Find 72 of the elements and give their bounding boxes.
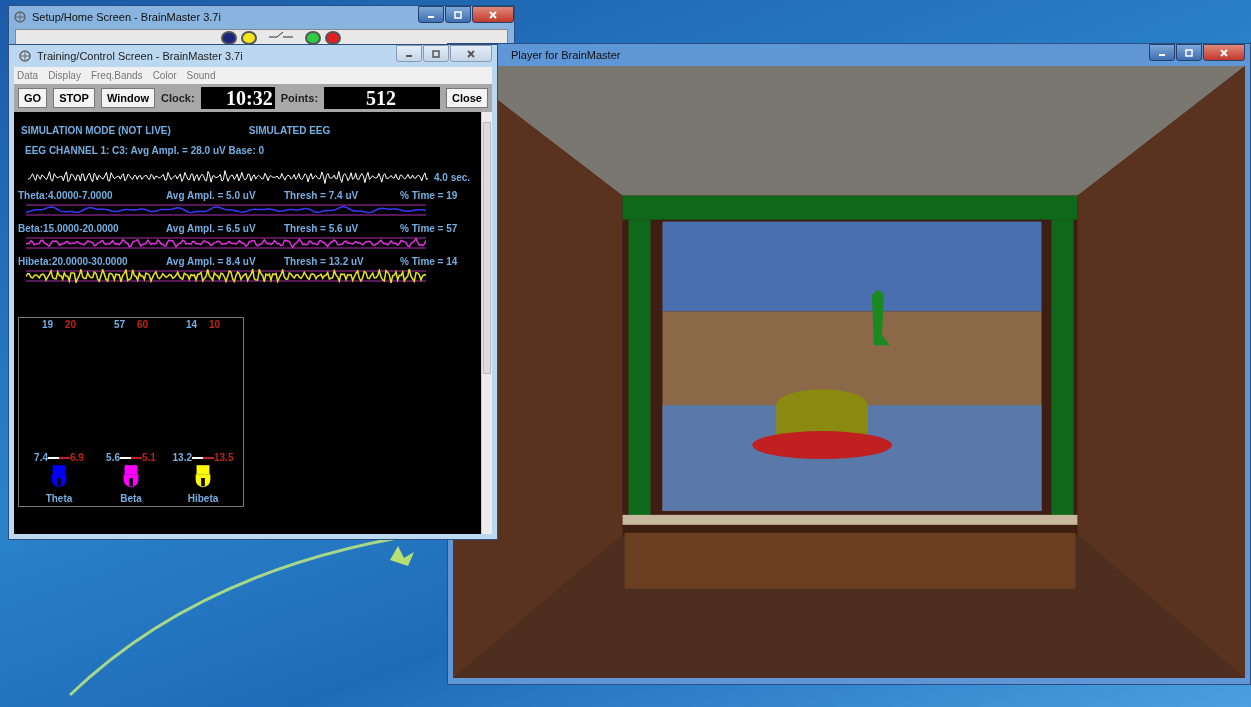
threshold-text: Thresh = 13.2 uV [284, 256, 365, 267]
toolbar-button[interactable]: Window [100, 88, 155, 108]
average-amplitude: Avg Ampl. = 6.5 uV [166, 223, 257, 234]
time-percent: % Time = 57 [400, 223, 458, 234]
maximize-icon [453, 10, 463, 20]
status-light-button[interactable] [221, 31, 237, 45]
time-percent: % Time = 19 [400, 190, 458, 201]
close-button[interactable]: Close [446, 88, 488, 108]
threshold-value: 5.6 [106, 452, 120, 463]
menu-item[interactable]: Color [152, 70, 177, 81]
band-name: Theta:4.0000-7.0000 [18, 190, 114, 201]
band-name: Beta:15.0000-20.0000 [18, 223, 120, 234]
average-amplitude: Avg Ampl. = 8.4 uV [166, 256, 257, 267]
mode-text: SIMULATION MODE (NOT LIVE) [21, 125, 171, 136]
clock-display: 10:32 [200, 87, 275, 109]
threshold-line [192, 456, 214, 459]
brain-icon [13, 10, 27, 24]
window-title: Training/Control Screen - BrainMaster 3.7i [37, 50, 243, 62]
maximize-button[interactable] [1176, 44, 1202, 61]
duration-text: 4.0 sec. [434, 171, 471, 183]
status-light-button[interactable] [305, 31, 321, 45]
threshold-text: Thresh = 7.4 uV [284, 190, 360, 201]
target-value: 10 [209, 319, 221, 330]
threshold-text: Thresh = 5.6 uV [284, 223, 360, 234]
close-icon [1219, 48, 1229, 58]
current-value: 6.9 [70, 452, 84, 463]
maximize-icon [431, 49, 441, 59]
scrollbar[interactable] [481, 112, 492, 534]
close-icon [488, 10, 498, 20]
target-value: 20 [65, 319, 77, 330]
menu-item[interactable]: Data [17, 70, 39, 81]
points-display: 512 [324, 87, 441, 109]
meter-label: Beta [120, 493, 142, 504]
threshold-line [48, 456, 70, 459]
close-button[interactable] [450, 45, 492, 62]
target-value: 60 [137, 319, 149, 330]
minimize-button[interactable] [396, 45, 422, 62]
menu-item[interactable]: Display [48, 70, 81, 81]
status-light-button[interactable] [325, 31, 341, 45]
minimize-button[interactable] [418, 6, 444, 23]
close-button[interactable] [1203, 44, 1245, 61]
window-title: Player for BrainMaster [511, 49, 621, 61]
maximize-icon [1184, 48, 1194, 58]
current-value: 5.1 [142, 452, 156, 463]
meter-label: Hibeta [187, 493, 219, 504]
close-button[interactable] [472, 6, 514, 23]
toolbar-button[interactable]: STOP [53, 88, 95, 108]
close-icon [466, 49, 476, 59]
time-percent: % Time = 14 [400, 256, 458, 267]
band-name: Hibeta:20.0000-30.0000 [18, 256, 129, 267]
threshold-line [120, 456, 142, 459]
clock-label: Clock: [160, 92, 195, 104]
points-label: Points: [280, 92, 319, 104]
percent-value: 57 [113, 319, 125, 330]
threshold-value: 13.2 [172, 452, 192, 463]
maximize-button[interactable] [445, 6, 471, 23]
menu-item[interactable]: Sound [186, 70, 216, 81]
percent-value: 14 [185, 319, 197, 330]
average-amplitude: Avg Ampl. = 5.0 uV [166, 190, 257, 201]
meter-label: Theta [45, 493, 73, 504]
maximize-button[interactable] [423, 45, 449, 62]
status-light-button[interactable] [241, 31, 257, 45]
toolbar-button[interactable]: GO [18, 88, 48, 108]
source-text: SIMULATED EEG [248, 125, 331, 136]
minimize-button[interactable] [1149, 44, 1175, 61]
current-value: 13.5 [214, 452, 234, 463]
channel-text: EEG CHANNEL 1: C3: Avg Ampl. = 28.0 uV Base: 0 [24, 145, 266, 156]
brain-icon [18, 49, 32, 63]
percent-value: 19 [41, 319, 53, 330]
window-title: Setup/Home Screen - BrainMaster 3.7i [32, 11, 221, 23]
threshold-value: 7.4 [34, 452, 48, 463]
menu-item[interactable]: Freq.Bands [90, 70, 143, 81]
